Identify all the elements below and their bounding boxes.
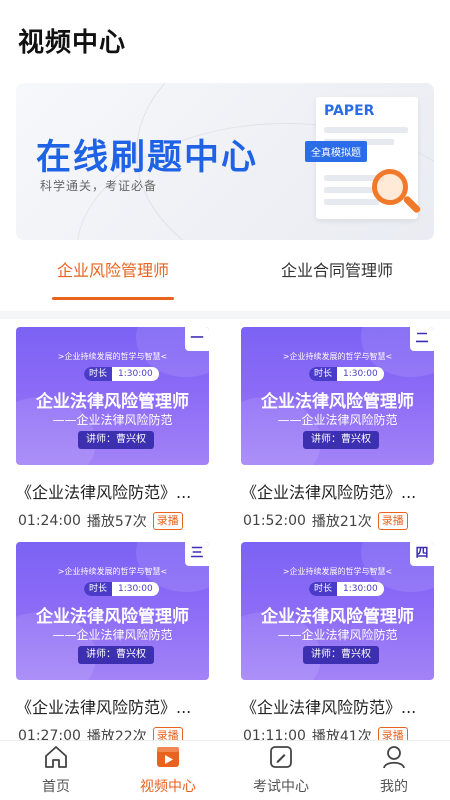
- duration-value: 1:30:00: [343, 369, 378, 379]
- duration-key: 时长: [309, 582, 338, 596]
- promo-banner[interactable]: 在线刷题中心 科学通关，考证必备 PAPER 全真模拟题: [16, 83, 434, 240]
- home-icon: [45, 746, 67, 768]
- duration-value: 1:30:00: [343, 584, 378, 594]
- thumb-lecturer: 讲师：曹兴权: [303, 646, 379, 664]
- video-number-badge: 二: [410, 327, 434, 351]
- thumb-slogan: >企业持续发展的哲学与智慧<: [282, 567, 393, 576]
- video-title[interactable]: 《企业法律风险防范》...: [16, 694, 209, 718]
- paper-tag: 全真模拟题: [305, 141, 367, 162]
- paper-line: [324, 127, 408, 133]
- thumb-lecturer: 讲师：曹兴权: [78, 431, 154, 449]
- video-thumbnail[interactable]: 三 >企业持续发展的哲学与智慧< 时长 1:30:00 企业法律风险管理师 ——…: [16, 542, 209, 680]
- video-duration: 01:24:00: [18, 513, 81, 529]
- banner-title: 在线刷题中心: [36, 138, 259, 178]
- nav-home[interactable]: 首页: [0, 741, 112, 800]
- thumb-title: 企业法律风险管理师: [261, 607, 414, 627]
- video-play-icon: [157, 747, 179, 767]
- tab-contract-manager[interactable]: 企业合同管理师: [272, 250, 402, 300]
- video-number-badge: 一: [185, 327, 209, 351]
- thumb-slogan: >企业持续发展的哲学与智慧<: [57, 352, 168, 361]
- thumb-subtitle: ——企业法律风险防范: [52, 413, 173, 427]
- video-title[interactable]: 《企业法律风险防范》...: [241, 694, 434, 718]
- category-tabs: 企业风险管理师 企业合同管理师: [0, 250, 450, 310]
- thumb-title: 企业法律风险管理师: [36, 392, 189, 412]
- duration-key: 时长: [84, 582, 113, 596]
- video-play-count: 播放21次: [311, 514, 372, 530]
- duration-value: 1:30:00: [118, 369, 153, 379]
- page-title: 视频中心: [18, 28, 127, 58]
- recorded-badge: 录播: [377, 512, 408, 530]
- thumb-slogan: >企业持续发展的哲学与智慧<: [282, 352, 393, 361]
- tab-active-indicator: [52, 297, 174, 300]
- nav-video-center-label: 视频中心: [140, 779, 196, 795]
- video-number-badge: 四: [410, 542, 434, 566]
- thumb-title: 企业法律风险管理师: [36, 607, 189, 627]
- user-icon: [383, 746, 405, 769]
- thumb-lecturer: 讲师：曹兴权: [303, 431, 379, 449]
- video-play-count: 播放57次: [86, 514, 147, 530]
- video-thumbnail[interactable]: 二 >企业持续发展的哲学与智慧< 时长 1:30:00 企业法律风险管理师 ——…: [241, 327, 434, 465]
- nav-video-center[interactable]: 视频中心: [112, 741, 224, 800]
- thumb-slogan: >企业持续发展的哲学与智慧<: [57, 567, 168, 576]
- nav-home-label: 首页: [42, 779, 70, 795]
- video-thumbnail[interactable]: 一 >企业持续发展的哲学与智慧< 时长 1:30:00 企业法律风险管理师 ——…: [16, 327, 209, 465]
- paper-label: PAPER: [324, 103, 375, 119]
- video-meta: 01:52:00 播放21次 录播: [243, 511, 408, 531]
- thumb-subtitle: ——企业法律风险防范: [277, 628, 398, 642]
- thumb-subtitle: ——企业法律风险防范: [277, 413, 398, 427]
- duration-badge: 时长 1:30:00: [309, 582, 384, 596]
- video-title[interactable]: 《企业法律风险防范》...: [16, 479, 209, 503]
- duration-value: 1:30:00: [118, 584, 153, 594]
- video-meta: 01:24:00 播放57次 录播: [18, 511, 183, 531]
- video-thumbnail[interactable]: 四 >企业持续发展的哲学与智慧< 时长 1:30:00 企业法律风险管理师 ——…: [241, 542, 434, 680]
- section-divider: [0, 311, 450, 319]
- recorded-badge: 录播: [152, 512, 183, 530]
- bottom-nav: 首页 视频中心 考试中心 我的: [0, 740, 450, 800]
- duration-badge: 时长 1:30:00: [84, 367, 159, 381]
- thumb-lecturer: 讲师：曹兴权: [78, 646, 154, 664]
- duration-key: 时长: [309, 367, 338, 381]
- tab-risk-manager[interactable]: 企业风险管理师: [48, 250, 178, 300]
- duration-badge: 时长 1:30:00: [84, 582, 159, 596]
- video-number-badge: 三: [185, 542, 209, 566]
- nav-mine[interactable]: 我的: [338, 741, 450, 800]
- thumb-subtitle: ——企业法律风险防范: [52, 628, 173, 642]
- paper-line: [324, 199, 379, 205]
- nav-exam-center[interactable]: 考试中心: [225, 741, 337, 800]
- duration-badge: 时长 1:30:00: [309, 367, 384, 381]
- nav-mine-label: 我的: [380, 779, 408, 795]
- exam-pen-icon: [270, 746, 292, 768]
- video-duration: 01:52:00: [243, 513, 306, 529]
- paper-line: [324, 187, 374, 193]
- banner-subtitle: 科学通关，考证必备: [40, 179, 158, 193]
- video-title[interactable]: 《企业法律风险防范》...: [241, 479, 434, 503]
- duration-key: 时长: [84, 367, 113, 381]
- thumb-title: 企业法律风险管理师: [261, 392, 414, 412]
- nav-exam-center-label: 考试中心: [253, 779, 309, 795]
